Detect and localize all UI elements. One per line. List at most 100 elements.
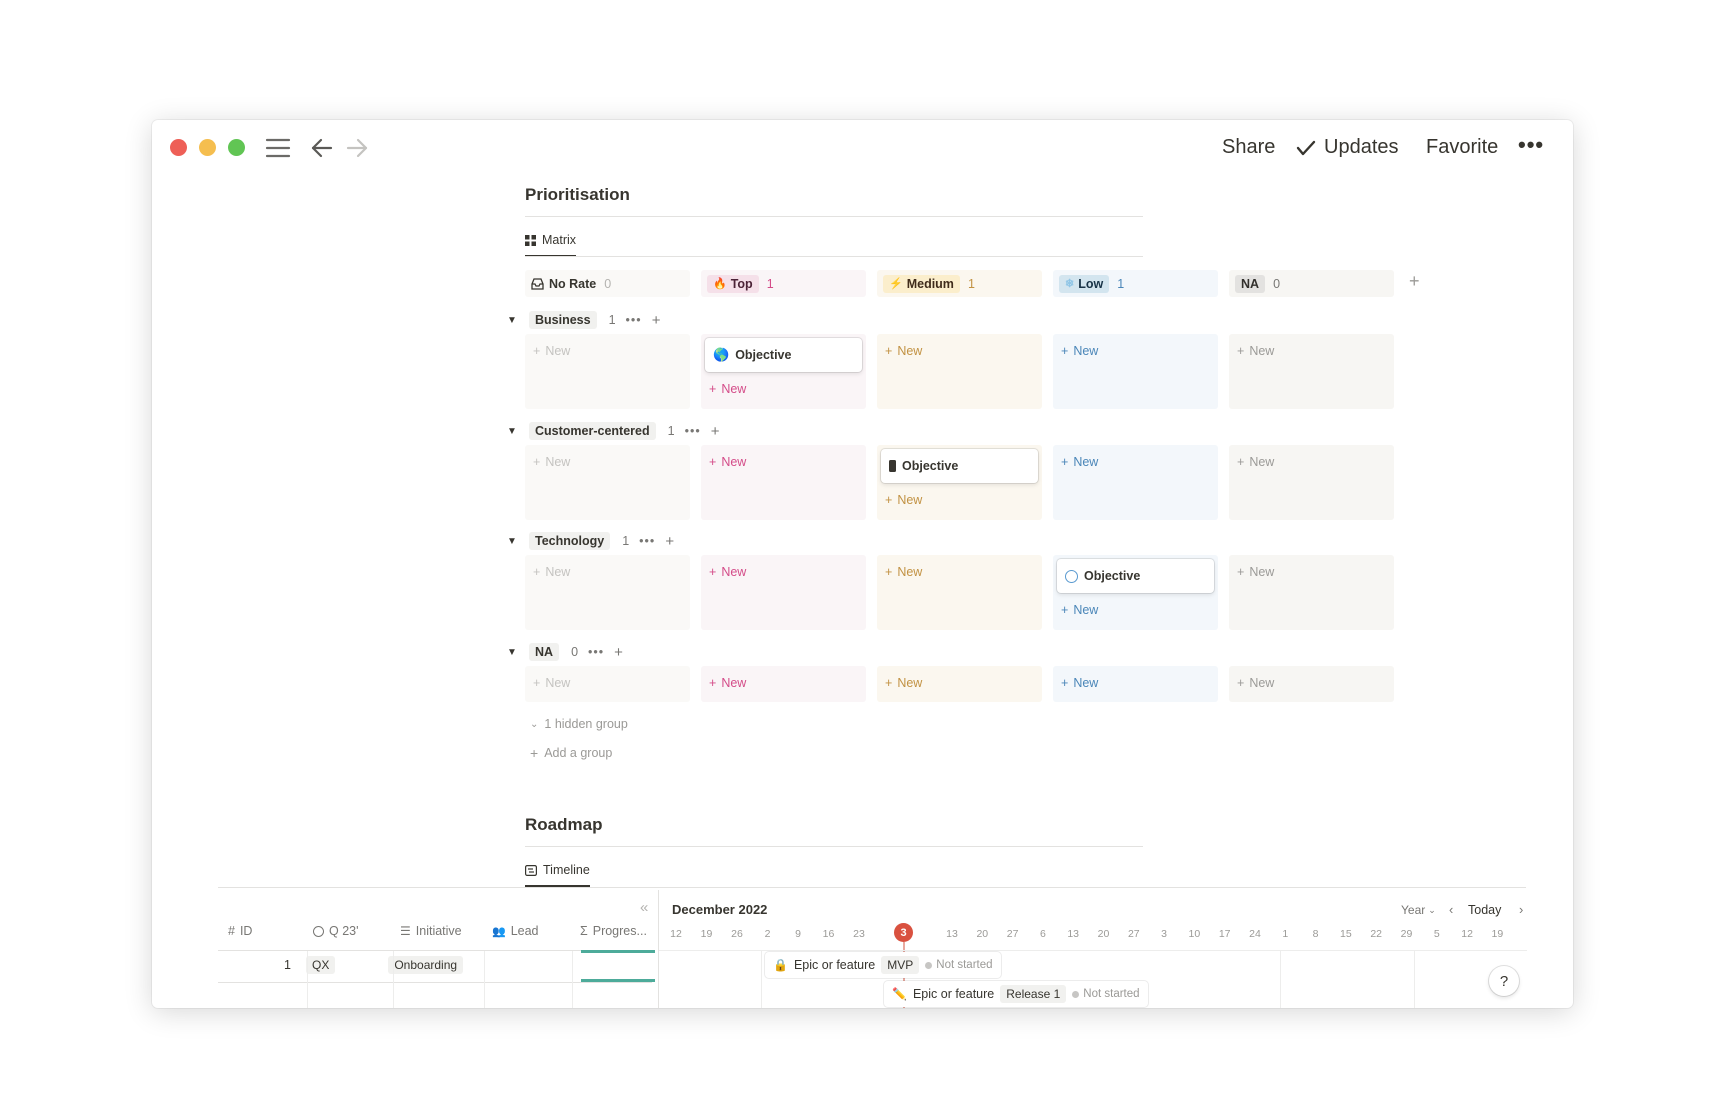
group-header-customer-centered[interactable]: ▼ Customer-centered 1 ••• + [507,421,719,441]
collapse-triangle-icon[interactable]: ▼ [507,315,523,326]
matrix-cell: + New [1229,334,1394,409]
timeline-bar[interactable]: ✏️ Epic or feature Release 1 Not started [884,981,1148,1007]
collapse-triangle-icon[interactable]: ▼ [507,536,523,547]
plus-icon: + [533,565,541,579]
column-header-na[interactable]: NA 0 [1229,270,1394,297]
timeline-bar[interactable]: 🔒 Epic or feature MVP Not started [765,952,1001,978]
plus-icon: + [1061,603,1069,617]
roadmap-title: Roadmap [525,815,603,834]
forward-arrow-icon[interactable] [345,137,369,164]
new-card-button[interactable]: + New [1237,565,1274,579]
new-card-button[interactable]: + New [885,493,922,507]
tab-matrix-label: Matrix [542,233,577,247]
group-add-icon[interactable]: + [614,644,623,661]
collapse-triangle-icon[interactable]: ▼ [507,647,523,658]
more-options-button[interactable]: ••• [1518,132,1544,158]
timeline-scale-select[interactable]: Year ⌄ [1401,903,1436,917]
objective-card[interactable]: Objective [1057,559,1214,593]
quarter-chip: QX [306,956,336,974]
new-label: New [1073,455,1099,469]
group-more-icon[interactable]: ••• [685,424,701,438]
back-arrow-icon[interactable] [310,137,334,164]
today-button[interactable]: Today [1468,903,1501,917]
plus-icon: + [533,344,541,358]
group-count: 0 [571,645,579,659]
new-card-button[interactable]: + New [1061,455,1098,469]
column-header-top[interactable]: 🔥 Top 1 [701,270,866,297]
new-label: New [1249,676,1275,690]
group-add-icon[interactable]: + [665,533,674,550]
timeline-prev-icon[interactable]: ‹ [1449,902,1453,917]
column-header-no-rate[interactable]: No Rate 0 [525,270,690,297]
add-column-icon[interactable]: + [1409,271,1420,292]
minimize-window-button[interactable] [199,139,216,156]
column-header-lead[interactable]: 👥 Lead [492,924,539,938]
collapse-triangle-icon[interactable]: ▼ [507,426,523,437]
group-add-icon[interactable]: + [652,312,661,329]
timeline-tick-label: 9 [795,928,801,940]
tab-timeline-label: Timeline [543,863,590,877]
add-group-button[interactable]: + Add a group [530,745,612,761]
group-name: NA [529,643,560,661]
initiative-chip: Onboarding [388,956,464,974]
share-button[interactable]: Share [1222,136,1275,159]
sidebar-menu-icon[interactable] [265,137,291,164]
new-card-button[interactable]: + New [1061,676,1098,690]
objective-card[interactable]: 🌎 Objective [705,338,862,372]
group-add-icon[interactable]: + [711,423,720,440]
group-header-na[interactable]: ▼ NA 0 ••• + [507,642,623,662]
new-card-button[interactable]: + New [709,382,746,396]
updates-button[interactable]: Updates [1296,136,1399,159]
collapse-table-icon[interactable]: « [640,899,648,916]
group-more-icon[interactable]: ••• [639,534,655,548]
new-card-button[interactable]: + New [1237,344,1274,358]
column-header-low[interactable]: ❄ Low 1 [1053,270,1218,297]
column-header-initiative[interactable]: ☰ Initiative [400,924,462,938]
plus-icon: + [1237,676,1245,690]
column-header-progress[interactable]: Σ Progres... [580,924,647,938]
column-label: Medium [906,276,954,291]
new-card-button[interactable]: + New [1237,676,1274,690]
new-card-button[interactable]: + New [533,676,570,690]
hidden-group-toggle[interactable]: ⌄ 1 hidden group [530,717,628,731]
group-header-business[interactable]: ▼ Business 1 ••• + [507,310,660,330]
help-button[interactable]: ? [1489,966,1519,996]
favorite-button[interactable]: Favorite [1426,136,1498,159]
timeline-tick-label: 20 [976,928,989,940]
new-card-button[interactable]: + New [885,344,922,358]
group-header-technology[interactable]: ▼ Technology 1 ••• + [507,531,674,551]
new-label: New [1073,344,1099,358]
new-card-button[interactable]: + New [709,565,746,579]
column-header-quarter[interactable]: Q 23' [313,924,359,938]
maximize-window-button[interactable] [228,139,245,156]
new-card-button[interactable]: + New [709,455,746,469]
bar-label: Epic or feature [793,958,876,972]
table-row[interactable]: 1 QX Onboarding [218,951,652,979]
new-card-button[interactable]: + New [533,455,570,469]
group-name: Business [529,311,597,329]
new-card-button[interactable]: + New [533,565,570,579]
timeline-next-icon[interactable]: › [1519,902,1523,917]
new-card-button[interactable]: + New [1237,455,1274,469]
close-window-button[interactable] [170,139,187,156]
timeline-tick-label: 10 [1188,928,1201,940]
plus-icon: + [709,676,717,690]
new-card-button[interactable]: + New [1061,603,1098,617]
group-more-icon[interactable]: ••• [588,645,604,659]
group-more-icon[interactable]: ••• [626,313,642,327]
matrix-cell: + New [525,334,690,409]
new-card-button[interactable]: + New [709,676,746,690]
tab-timeline[interactable]: Timeline [525,863,590,887]
new-card-button[interactable]: + New [1061,344,1098,358]
tab-matrix[interactable]: Matrix [525,233,577,257]
column-header-id[interactable]: # ID [228,924,252,938]
new-card-button[interactable]: + New [885,565,922,579]
timeline-tick-label: 27 [1127,928,1140,940]
timeline-tick-label: 27 [1006,928,1019,940]
column-header-medium[interactable]: ⚡ Medium 1 [877,270,1042,297]
new-card-button[interactable]: + New [885,676,922,690]
objective-card[interactable]: Objective [881,449,1038,483]
tab-divider [218,887,1526,888]
matrix-cell: + New [701,445,866,520]
new-card-button[interactable]: + New [533,344,570,358]
